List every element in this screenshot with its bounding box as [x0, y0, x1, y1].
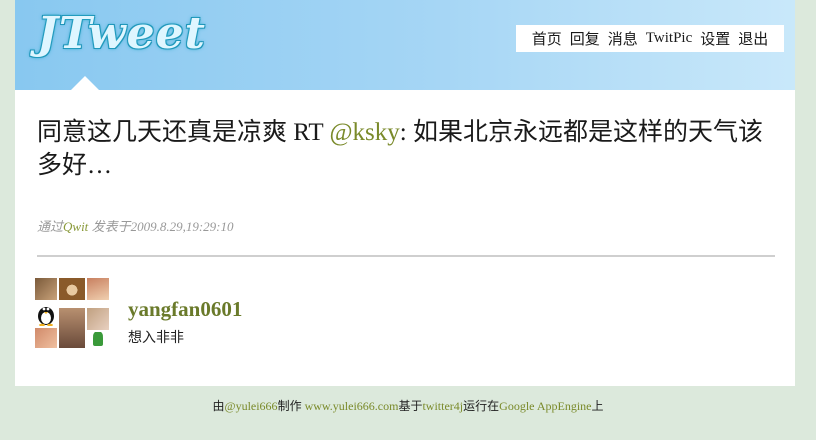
header-pointer: [71, 76, 99, 90]
avatar-tile: [59, 278, 85, 300]
footer-suffix: 上: [591, 399, 604, 413]
via-label: 通过: [37, 219, 64, 234]
tweet-mention-link[interactable]: @ksky: [330, 119, 400, 146]
tweet-timestamp: 2009.8.29,19:29:10: [130, 219, 234, 234]
avatar-mosaic[interactable]: [35, 278, 109, 348]
nav-logout[interactable]: 退出: [738, 28, 768, 49]
footer-based-on: 基于: [398, 399, 423, 413]
nav-settings[interactable]: 设置: [700, 28, 730, 49]
divider: [37, 255, 775, 257]
footer-by: 由: [212, 399, 225, 413]
nav-twitpic[interactable]: TwitPic: [646, 30, 692, 47]
avatar-tile: [35, 278, 57, 300]
footer: 由@yulei666制作 www.yulei666.com基于twitter4j…: [0, 397, 816, 414]
nav-messages[interactable]: 消息: [608, 28, 638, 49]
avatar-tile: [35, 328, 57, 348]
penguin-icon: [38, 307, 54, 327]
footer-site-link[interactable]: www.yulei666.com: [305, 399, 399, 413]
avatar-tile: [35, 302, 57, 327]
username-link[interactable]: yangfan0601: [128, 297, 242, 322]
tweet-meta: 通过Qwit 发表于2009.8.29,19:29:10: [37, 216, 234, 235]
main-card: JTweet 首页 回复 消息 TwitPic 设置 退出 同意这几天还真是凉爽…: [15, 0, 795, 386]
tweet-text-before: 同意这几天还真是凉爽 RT: [37, 119, 330, 146]
nav-replies[interactable]: 回复: [570, 28, 600, 49]
posted-label: 发表于: [91, 219, 131, 234]
footer-platform-link[interactable]: Google AppEngine: [499, 399, 591, 413]
source-link[interactable]: Qwit: [63, 219, 88, 234]
avatar-tile: [59, 308, 85, 348]
top-nav: 首页 回复 消息 TwitPic 设置 退出: [516, 25, 784, 52]
footer-library-link[interactable]: twitter4j: [422, 399, 463, 413]
nav-home[interactable]: 首页: [532, 28, 562, 49]
android-icon: [93, 331, 103, 346]
avatar-tile: [87, 278, 109, 300]
footer-made: 制作: [277, 399, 305, 413]
user-bio: 想入非非: [128, 330, 184, 346]
footer-author-link[interactable]: @yulei666: [225, 399, 278, 413]
avatar-tile: [87, 308, 109, 330]
app-logo[interactable]: JTweet: [37, 8, 206, 59]
avatar-tile: [87, 331, 109, 348]
footer-run-on: 运行在: [463, 399, 500, 413]
tweet-text: 同意这几天还真是凉爽 RT @ksky: 如果北京永远都是这样的天气该多好…: [37, 116, 787, 182]
header: JTweet 首页 回复 消息 TwitPic 设置 退出: [15, 0, 795, 90]
